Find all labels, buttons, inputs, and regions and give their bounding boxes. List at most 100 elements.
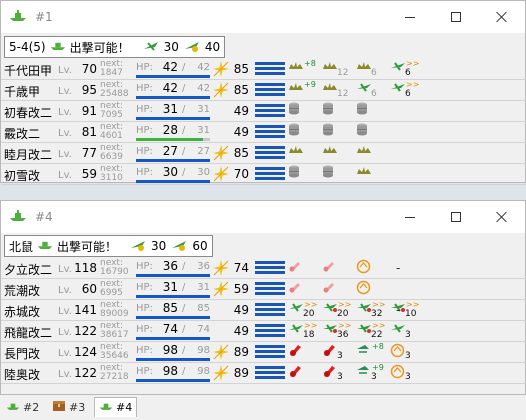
- equipment-slots: [288, 259, 386, 278]
- aircraft-count: 12: [337, 89, 349, 99]
- equipment-slot[interactable]: >> 10: [390, 300, 420, 320]
- ship-row[interactable]: 睦月改二 Lv. 77 next: 6639 HP: 27 / 27 85: [1, 143, 526, 164]
- fighter-olive-icon: [288, 145, 304, 159]
- ship-row[interactable]: 長門改 Lv. 124 next: 35646 HP: 98 / 98 89 3 +8 3: [1, 342, 526, 363]
- gun-pink-icon: [288, 282, 302, 296]
- next-value: 7095: [100, 110, 123, 120]
- ship-name[interactable]: 初雪改: [4, 167, 40, 184]
- ship-row[interactable]: 陸奥改 Lv. 122 next: 27218 HP: 98/98 89 3 +9 3 3: [1, 363, 526, 384]
- equipment-slot[interactable]: [322, 123, 352, 142]
- equipment-slot[interactable]: +9: [288, 80, 318, 100]
- equipment-slot[interactable]: [356, 259, 386, 278]
- ship-name[interactable]: 初春改二: [4, 104, 52, 121]
- equipment-slot[interactable]: [288, 280, 318, 299]
- equipment-slot[interactable]: [322, 102, 352, 121]
- equipment-slot[interactable]: [288, 144, 318, 163]
- ship-name[interactable]: 睦月改二: [4, 146, 52, 163]
- equipment-slot[interactable]: >> 6: [390, 59, 420, 79]
- hp-max: 27: [197, 146, 210, 157]
- equipment-slot[interactable]: [322, 280, 352, 299]
- equipment-slot[interactable]: 12: [322, 81, 352, 100]
- equipment-slot[interactable]: >> 18: [288, 321, 318, 341]
- ship-name[interactable]: 千歳甲: [4, 83, 40, 100]
- hp-label: HP:: [136, 282, 153, 293]
- ship-row[interactable]: 飛龍改二 Lv. 122 next: 38617 HP: 74/74 49 >> 18 >> 36 >>…: [1, 321, 526, 342]
- equipment-slot[interactable]: [356, 102, 386, 121]
- equipment-slot[interactable]: +8: [356, 342, 386, 362]
- equipment-slot[interactable]: [288, 165, 318, 184]
- close-button[interactable]: [479, 1, 525, 33]
- minimize-button[interactable]: [387, 201, 433, 233]
- equipment-slot[interactable]: [356, 280, 386, 299]
- ship-row[interactable]: 赤城改 Lv. 141 next: 89009 HP: 85/85 49 >> 20 >> 20 >> 3…: [1, 300, 526, 321]
- maximize-button[interactable]: [433, 201, 479, 233]
- equipment-slots: 3 +8 3: [288, 342, 420, 362]
- equipment-slot[interactable]: [356, 144, 386, 163]
- equipment-slot[interactable]: 12: [322, 60, 352, 79]
- hp-slash: /: [182, 366, 186, 377]
- equipment-slot[interactable]: >> 6: [390, 80, 420, 100]
- hp-bar: [136, 180, 210, 183]
- proficiency-badge: >>: [406, 300, 420, 309]
- tab-label: #4: [116, 401, 133, 414]
- equipment-slot[interactable]: +9 3: [356, 363, 386, 383]
- equipment-slot[interactable]: +8: [288, 59, 318, 79]
- ship-row[interactable]: 夕立改二 Lv. 118 next: 16790 HP: 36 / 36 74 -: [1, 258, 526, 279]
- title-bar[interactable]: #1: [1, 1, 525, 33]
- equipment-slot[interactable]: >> 32: [356, 300, 386, 320]
- ship-row[interactable]: 千代田甲 Lv. 70 next: 1847 HP: 42/42 85 +8 12 6 >> 6: [1, 59, 526, 80]
- equipment-slot[interactable]: [322, 165, 352, 184]
- equipment-slot[interactable]: [288, 364, 318, 383]
- ship-row[interactable]: 初雪改 Lv. 59 next: 3110 HP: 30 / 30 70: [1, 164, 526, 185]
- supply-bar: [255, 109, 285, 112]
- maximize-button[interactable]: [433, 1, 479, 33]
- ship-name[interactable]: 霰改二: [4, 125, 40, 142]
- ship-name[interactable]: 夕立改二: [4, 261, 52, 278]
- equipment-slot[interactable]: 3: [390, 343, 420, 362]
- ship-row[interactable]: 荒潮改 Lv. 60 next: 6995 HP: 31 / 31 59: [1, 279, 526, 300]
- equipment-slots: +9 12 6 >> 6: [288, 80, 420, 100]
- gun-pink-icon: [322, 282, 336, 296]
- ship-row[interactable]: 霰改二 Lv. 81 next: 4601 HP: 28 / 31 49: [1, 122, 526, 143]
- close-icon: [496, 11, 508, 23]
- equipment-slot[interactable]: >> 22: [356, 321, 386, 341]
- drum-icon: [322, 165, 334, 181]
- supply-bars: [255, 261, 285, 277]
- hp-bar-fill: [136, 337, 210, 340]
- ship-row[interactable]: 千歳甲 Lv. 95 next: 25488 HP: 42/42 85 +9 12 6 >> 6: [1, 80, 526, 101]
- equipment-slot[interactable]: >> 20: [288, 300, 318, 320]
- ship-name[interactable]: 陸奥改: [4, 366, 40, 383]
- hp-display: HP: 85 / 85: [134, 301, 210, 319]
- drum-icon: [288, 102, 300, 118]
- equipment-slot[interactable]: [356, 165, 386, 184]
- minimize-button[interactable]: [387, 1, 433, 33]
- equipment-slot[interactable]: [288, 259, 318, 278]
- tab-fleet-3[interactable]: #3: [48, 397, 89, 417]
- equipment-slot[interactable]: [288, 123, 318, 142]
- tab-fleet-2[interactable]: #2: [2, 397, 43, 417]
- equipment-slot[interactable]: 3: [390, 322, 420, 341]
- ship-name[interactable]: 荒潮改: [4, 282, 40, 299]
- ship-name[interactable]: 千代田甲: [4, 62, 52, 79]
- equipment-slot[interactable]: 3: [322, 364, 352, 383]
- equipment-slot[interactable]: 6: [356, 81, 386, 100]
- ship-name[interactable]: 赤城改: [4, 303, 40, 320]
- equipment-slot[interactable]: [288, 343, 318, 362]
- ship-name[interactable]: 飛龍改二: [4, 324, 52, 341]
- equipment-slot[interactable]: [356, 123, 386, 142]
- equipment-slot[interactable]: >> 36: [322, 321, 352, 341]
- ship-name[interactable]: 長門改: [4, 345, 40, 362]
- proficiency-badge: >>: [406, 80, 420, 89]
- equipment-slot[interactable]: >> 20: [322, 300, 352, 320]
- ship-row[interactable]: 初春改二 Lv. 91 next: 7095 HP: 31 / 31 49: [1, 101, 526, 122]
- equipment-slot[interactable]: [288, 102, 318, 121]
- equipment-slot[interactable]: 3: [390, 364, 420, 383]
- equipment-slot[interactable]: 3: [322, 343, 352, 362]
- equipment-slot[interactable]: [322, 259, 352, 278]
- close-button[interactable]: [479, 201, 525, 233]
- title-bar[interactable]: #4: [1, 201, 525, 233]
- aircraft-count: 3: [405, 330, 411, 340]
- equipment-slot[interactable]: [322, 144, 352, 163]
- tab-fleet-4[interactable]: #4: [94, 397, 138, 417]
- equipment-slot[interactable]: 6: [356, 60, 386, 79]
